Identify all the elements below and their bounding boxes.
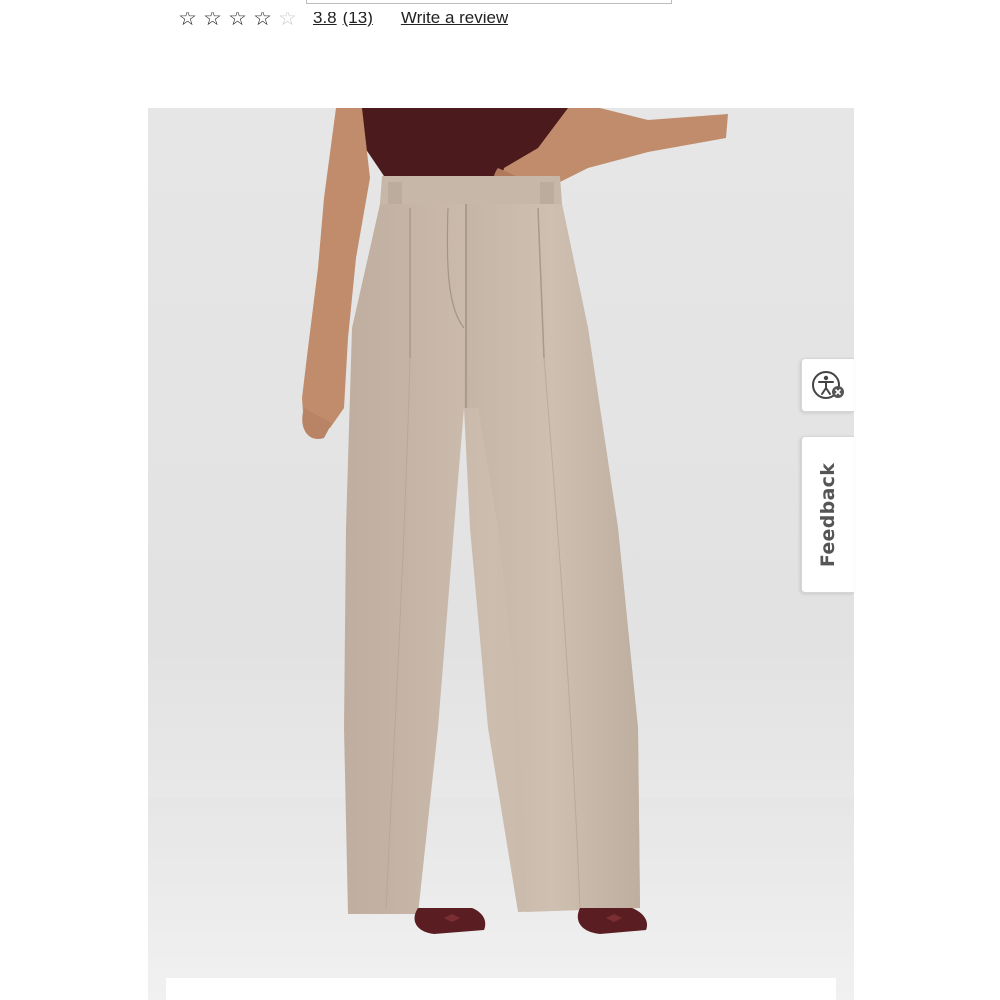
- rating-row: ☆ ☆ ☆ ☆ ☆ 3.8 (13) Write a review: [176, 12, 508, 34]
- star-icon: ☆: [253, 12, 272, 30]
- search-input[interactable]: [306, 0, 672, 4]
- rating-value[interactable]: 3.8: [313, 12, 337, 28]
- product-header: ☆ ☆ ☆ ☆ ☆ 3.8 (13) Write a review: [148, 0, 854, 108]
- star-icon: ☆: [178, 12, 197, 30]
- product-info-card: [166, 978, 836, 1000]
- star-icon: ☆: [278, 12, 297, 30]
- write-review-link[interactable]: Write a review: [401, 12, 508, 28]
- star-icon: ☆: [203, 12, 222, 30]
- rating-stars[interactable]: ☆ ☆ ☆ ☆ ☆: [176, 12, 299, 29]
- star-icon: ☆: [228, 12, 247, 30]
- accessibility-button[interactable]: [801, 358, 854, 412]
- accessibility-icon: [812, 371, 844, 399]
- product-photo-illustration: [148, 108, 854, 1000]
- feedback-label: Feedback: [817, 462, 839, 567]
- close-icon: [832, 386, 844, 398]
- product-image[interactable]: [148, 108, 854, 1000]
- review-count-link[interactable]: (13): [343, 12, 373, 28]
- feedback-button[interactable]: Feedback: [801, 436, 854, 593]
- page-backdrop: ☆ ☆ ☆ ☆ ☆ 3.8 (13) Write a review Feedba…: [0, 0, 1000, 1000]
- product-page: ☆ ☆ ☆ ☆ ☆ 3.8 (13) Write a review: [148, 0, 854, 1000]
